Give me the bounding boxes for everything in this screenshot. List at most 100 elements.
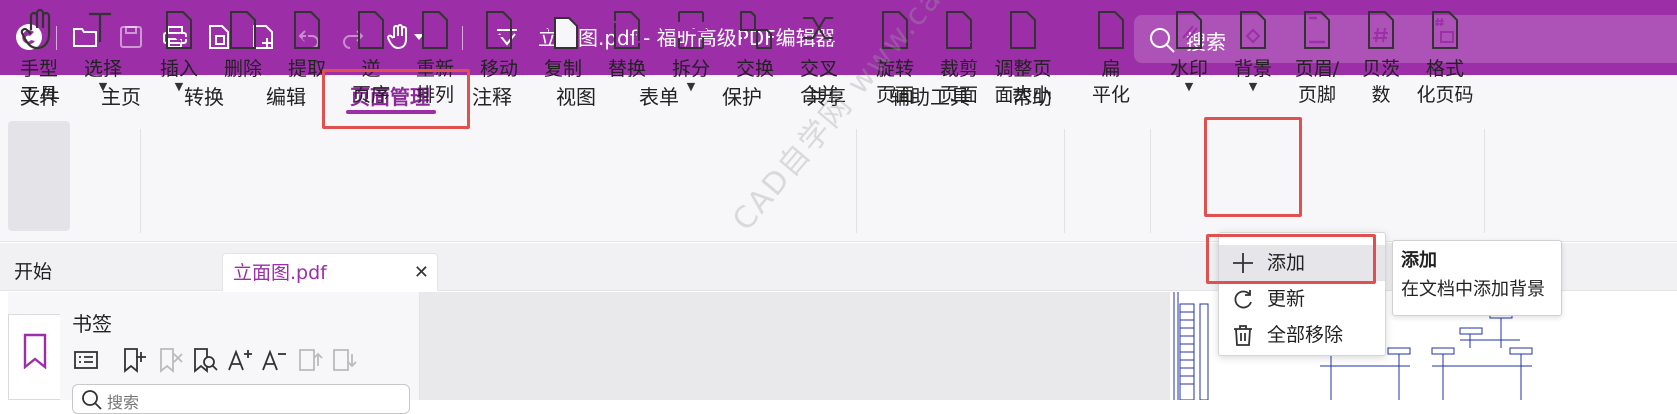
reorder-label: 重新 <box>415 58 454 80</box>
copy-page-button[interactable]: 复制 <box>532 8 594 120</box>
extract-label: 提取 <box>287 58 326 80</box>
close-icon[interactable]: ✕ <box>414 254 429 292</box>
replace-label: 替换 <box>607 58 646 80</box>
chevron-down-icon: ▼ <box>174 80 184 93</box>
insert-page-button[interactable]: 插入 ▼ <box>148 8 210 120</box>
interleave-label-2: 合并 <box>799 84 838 106</box>
chevron-down-icon: ▼ <box>98 80 108 93</box>
refresh-icon <box>1234 290 1252 309</box>
reverse-label-2: 页序 <box>351 84 390 106</box>
background-update-item[interactable]: 更新 <box>1219 281 1385 317</box>
search-icon <box>82 390 102 410</box>
bates-label-2: 数 <box>1371 84 1391 106</box>
watermark-button[interactable]: 水印 ▼ <box>1158 8 1220 120</box>
text-select-icon <box>89 12 120 47</box>
swap-pages-icon <box>740 11 772 49</box>
watermark-icon <box>1176 11 1202 49</box>
delete-label: 删除 <box>223 58 262 80</box>
background-add-item[interactable]: 添加 <box>1219 245 1385 281</box>
copy-page-icon <box>546 11 578 49</box>
increase-font-icon[interactable] <box>226 346 254 374</box>
tab-start[interactable]: 开始 <box>4 253 220 291</box>
chevron-down-icon: ▼ <box>1248 80 1258 93</box>
ribbon-toolbar <box>0 119 1677 242</box>
bookmark-panel-title: 书签 <box>72 312 112 336</box>
reorder-pages-button[interactable]: 重新 排列 <box>404 8 466 120</box>
bookmark-options-icon[interactable] <box>72 346 100 374</box>
move-page-icon <box>486 11 512 49</box>
hand-icon <box>20 8 51 50</box>
reverse-label: 逆 <box>361 58 381 80</box>
panel-rail <box>8 314 60 400</box>
swap-pages-button[interactable]: 交换 <box>724 8 786 120</box>
header-footer-button[interactable]: 页眉/ 页脚 <box>1286 8 1348 120</box>
reverse-pages-icon <box>358 11 384 49</box>
delete-page-button[interactable]: 删除 <box>212 8 274 120</box>
interleave-label: 交叉 <box>799 58 838 80</box>
rotate-label: 旋转 <box>875 58 914 80</box>
chevron-down-icon: ▼ <box>1184 80 1194 93</box>
extract-page-button[interactable]: 提取 <box>276 8 338 120</box>
bates-number-icon <box>1368 11 1394 49</box>
format-page-number-icon <box>1432 11 1458 49</box>
promote-bookmark-icon[interactable] <box>296 346 324 374</box>
add-bookmark-icon[interactable] <box>120 346 148 374</box>
bates-number-button[interactable]: 贝茨 数 <box>1350 8 1412 120</box>
replace-page-icon <box>611 11 643 49</box>
select-tool-button[interactable]: 选择 ▼ <box>72 8 134 120</box>
resize-page-button[interactable]: 调整页 面大小 <box>992 8 1054 120</box>
bookmark-search-input[interactable]: 搜索 <box>72 384 410 414</box>
background-dropdown-menu: 添加 更新 全部移除 <box>1218 232 1386 356</box>
flatten-icon <box>1098 11 1124 49</box>
plus-icon <box>1233 253 1253 273</box>
background-icon <box>1240 11 1266 49</box>
bates-label: 贝茨 <box>1361 58 1400 80</box>
rotate-page-button[interactable]: 旋转 页面 <box>864 8 926 120</box>
rotate-page-icon <box>882 11 908 49</box>
delete-page-icon <box>230 11 256 49</box>
rotate-label-2: 页面 <box>875 84 914 106</box>
split-icon <box>675 11 707 49</box>
tab-document[interactable]: 立面图.pdf ✕ <box>222 253 438 291</box>
background-remove-all-label: 全部移除 <box>1267 324 1344 346</box>
insert-page-icon <box>166 11 192 49</box>
tab-document-label: 立面图.pdf <box>233 262 327 284</box>
hand-tool-label-2: 工具 <box>19 84 58 106</box>
move-label: 移动 <box>479 58 518 80</box>
split-document-button[interactable]: 拆分 ▼ <box>660 8 722 120</box>
delete-bookmark-icon[interactable] <box>156 346 184 374</box>
background-remove-all-item[interactable]: 全部移除 <box>1219 317 1385 353</box>
replace-page-button[interactable]: 替换 <box>596 8 658 120</box>
demote-bookmark-icon[interactable] <box>330 346 358 374</box>
hand-tool-button[interactable]: 手型 工具 <box>8 8 70 120</box>
decrease-font-icon[interactable] <box>260 346 288 374</box>
header-footer-icon <box>1304 11 1330 49</box>
interleave-icon <box>803 13 837 43</box>
hand-tool-label: 手型 <box>19 58 58 80</box>
background-label: 背景 <box>1233 58 1272 80</box>
format-page-number-label: 格式 <box>1425 58 1464 80</box>
move-page-button[interactable]: 移动 <box>468 8 530 120</box>
crop-page-button[interactable]: 裁剪 页面 <box>928 8 990 120</box>
split-label: 拆分 <box>671 58 710 80</box>
bookmark-search-placeholder: 搜索 <box>107 393 140 412</box>
resize-label: 调整页 <box>994 58 1052 80</box>
extract-page-icon <box>294 11 320 49</box>
tooltip-description: 在文档中添加背景 <box>1401 279 1545 300</box>
flatten-button[interactable]: 扁 平化 <box>1080 8 1142 120</box>
find-bookmark-icon[interactable] <box>190 346 218 374</box>
bookmark-icon[interactable] <box>20 333 50 369</box>
resize-page-icon <box>1010 11 1036 49</box>
flatten-label-2: 平化 <box>1091 84 1130 106</box>
interleave-merge-button[interactable]: 交叉 合并 <box>788 8 850 120</box>
background-update-label: 更新 <box>1267 288 1306 310</box>
tooltip-title: 添加 <box>1401 250 1437 271</box>
reverse-pages-button[interactable]: 逆 页序 <box>340 8 402 120</box>
swap-label: 交换 <box>735 58 774 80</box>
format-page-number-button[interactable]: 格式 化页码 <box>1414 8 1476 120</box>
selected-tool-highlight <box>8 121 70 231</box>
trash-icon <box>1234 325 1252 346</box>
background-button[interactable]: 背景 ▼ <box>1222 8 1284 120</box>
crop-label-2: 页面 <box>939 84 978 106</box>
copy-label: 复制 <box>543 58 582 80</box>
